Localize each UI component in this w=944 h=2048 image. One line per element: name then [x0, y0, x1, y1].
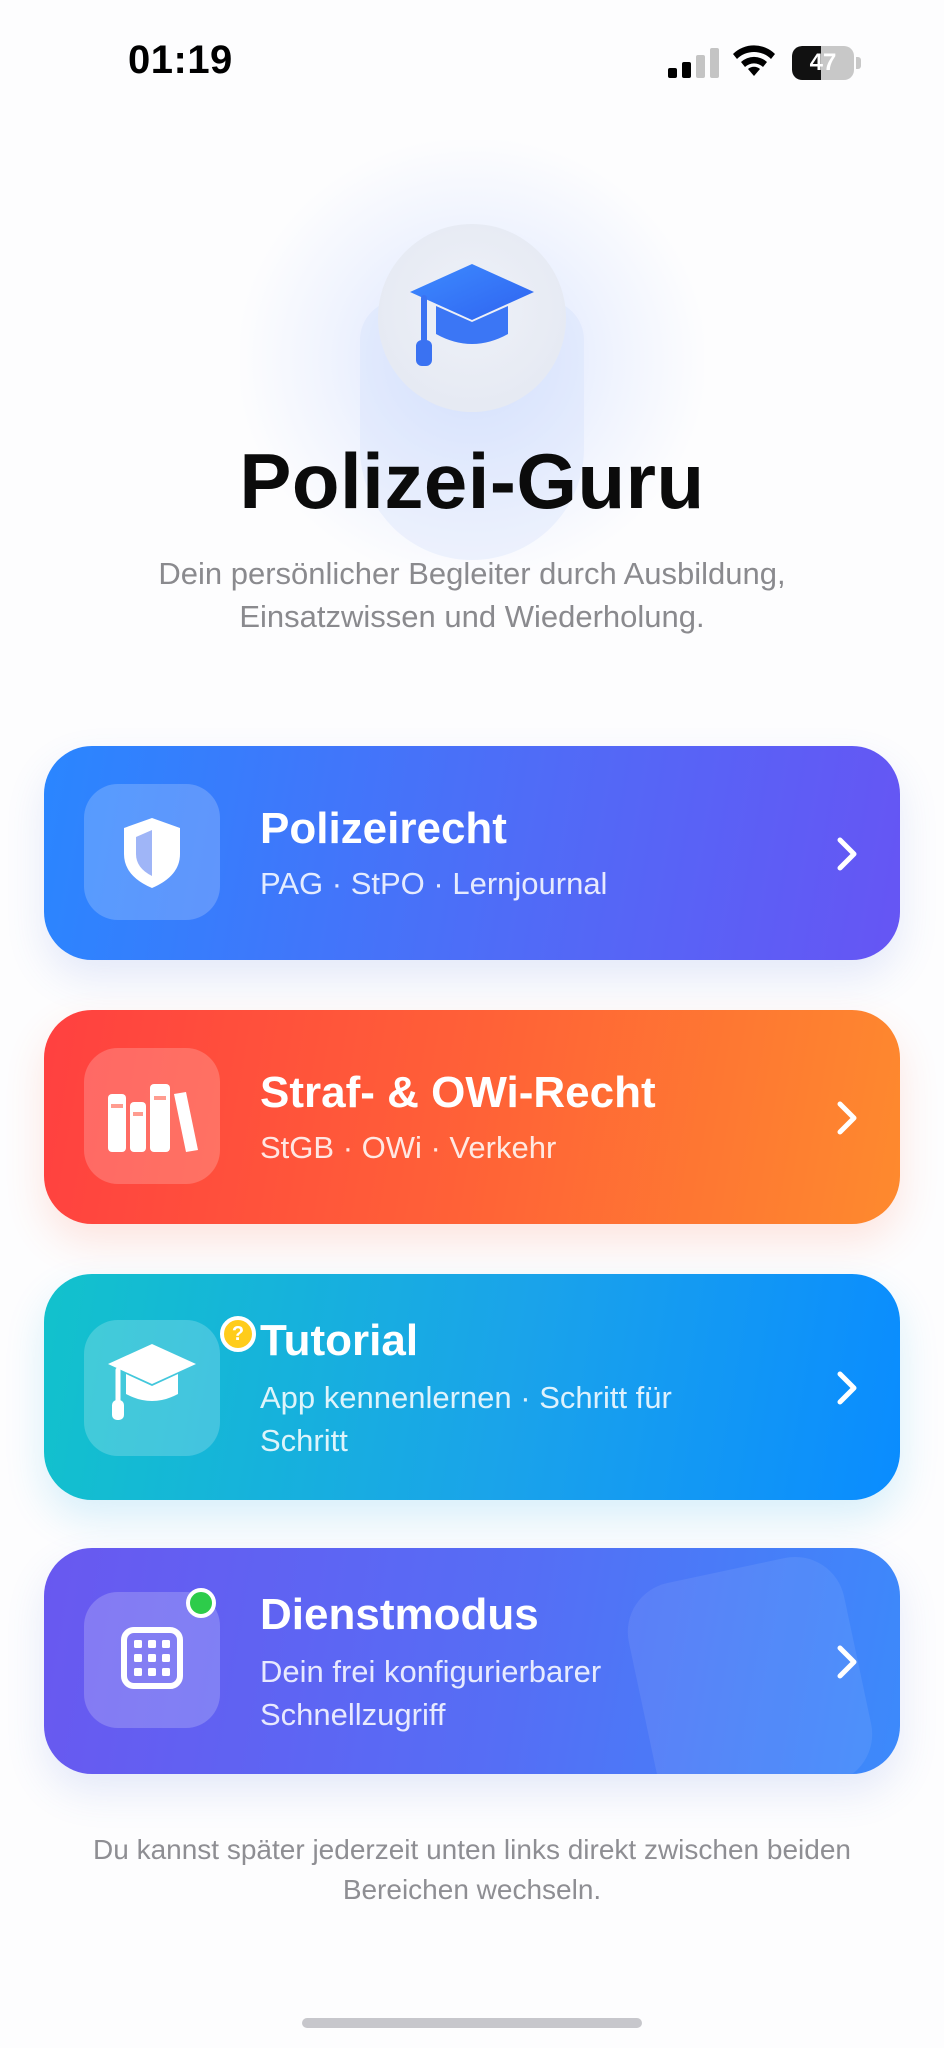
- app-title: Polizei-Guru: [239, 437, 705, 525]
- status-bar: 01:19 47: [0, 0, 944, 120]
- battery-icon: 47: [792, 46, 862, 80]
- wifi-icon: [733, 45, 775, 76]
- cellular-signal-icon: [668, 48, 719, 78]
- card-title: Polizeirecht: [260, 804, 507, 853]
- shield-icon: [124, 818, 180, 888]
- chevron-right-icon: [837, 837, 857, 871]
- home-screen: 01:19 47 Polizei-Guru Dein persönlicher …: [0, 0, 944, 2048]
- chevron-right-icon: [837, 1371, 857, 1405]
- tutorial-icon-box: [84, 1320, 220, 1456]
- home-indicator[interactable]: [302, 2018, 642, 2028]
- polizeirecht-icon-box: [84, 784, 220, 920]
- card-subtitle: PAG · StPO · Lernjournal: [260, 866, 608, 901]
- help-badge: ?: [220, 1316, 256, 1352]
- card-subtitle: App kennenlernen · Schritt für Schritt: [260, 1380, 672, 1458]
- card-polizeirecht[interactable]: Polizeirecht PAG · StPO · Lernjournal: [44, 746, 900, 960]
- card-title: Dienstmodus: [260, 1590, 539, 1639]
- footer-hint: Du kannst später jederzeit unten links d…: [93, 1834, 851, 1905]
- straf-icon-box: [84, 1048, 220, 1184]
- card-title: Tutorial: [260, 1316, 419, 1365]
- chevron-right-icon: [837, 1645, 857, 1679]
- battery-percent: 47: [809, 49, 837, 76]
- graduation-cap-icon: [410, 264, 534, 366]
- status-time: 01:19: [128, 38, 233, 82]
- books-icon: [108, 1084, 198, 1152]
- card-title: Straf- & OWi-Recht: [260, 1068, 656, 1117]
- chevron-right-icon: [837, 1101, 857, 1135]
- graduation-cap-icon: [108, 1344, 196, 1420]
- card-straf-owi-recht[interactable]: Straf- & OWi-Recht StGB · OWi · Verkehr: [44, 1010, 900, 1224]
- card-dienstmodus[interactable]: Dienstmodus Dein frei konfigurierbarer S…: [44, 1548, 900, 1774]
- app-subtitle: Dein persönlicher Begleiter durch Ausbil…: [158, 556, 786, 634]
- app-logo: [378, 224, 566, 412]
- online-status-dot: [186, 1588, 216, 1618]
- card-tutorial[interactable]: ? Tutorial App kennenlernen · Schritt fü…: [44, 1274, 900, 1500]
- card-subtitle: StGB · OWi · Verkehr: [260, 1130, 557, 1165]
- help-badge-label: ?: [231, 1323, 245, 1345]
- card-subtitle: Dein frei konfigurierbarer Schnellzugrif…: [260, 1654, 602, 1732]
